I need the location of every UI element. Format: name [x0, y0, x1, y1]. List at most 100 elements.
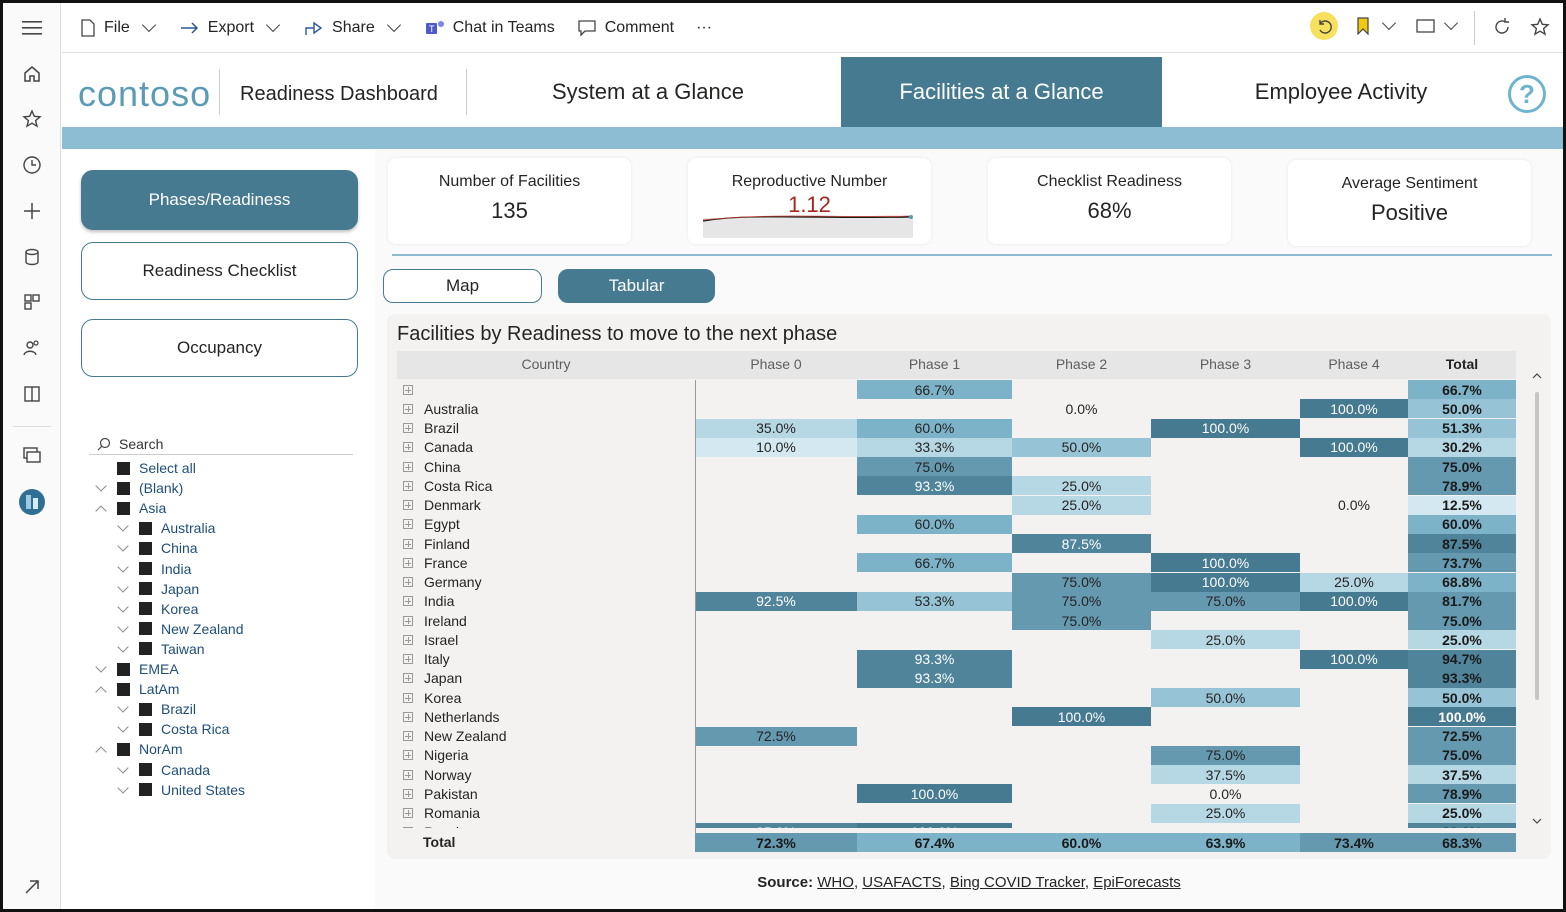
- country-cell[interactable]: Costa Rica: [397, 476, 695, 496]
- phase-cell[interactable]: [1300, 457, 1408, 476]
- grand-total-cell[interactable]: 68.3%: [1408, 833, 1516, 852]
- home-icon[interactable]: [20, 62, 44, 86]
- phase-cell[interactable]: [1012, 765, 1151, 784]
- total-cell[interactable]: 75.0%: [1408, 457, 1516, 476]
- chevron-down-icon[interactable]: [117, 781, 129, 794]
- country-cell[interactable]: Brazil: [397, 418, 695, 438]
- expand-row-icon[interactable]: [403, 480, 413, 491]
- chevron-down-icon[interactable]: [95, 661, 107, 673]
- phase-cell[interactable]: [695, 765, 857, 784]
- phase-cell[interactable]: [1151, 380, 1300, 399]
- total-phase-cell[interactable]: 60.0%: [1012, 833, 1151, 852]
- expand-row-icon[interactable]: [403, 673, 413, 684]
- star-icon[interactable]: [20, 107, 44, 131]
- expand-row-icon[interactable]: [403, 596, 413, 607]
- total-cell[interactable]: 72.5%: [1408, 726, 1516, 746]
- checkbox[interactable]: [117, 461, 130, 475]
- expand-row-icon[interactable]: [403, 577, 413, 587]
- file-menu[interactable]: File: [76, 10, 162, 46]
- phase-cell[interactable]: [1300, 688, 1408, 707]
- total-cell[interactable]: 25.0%: [1408, 630, 1516, 650]
- phase-cell[interactable]: [1300, 419, 1408, 438]
- readiness-checklist-button[interactable]: Readiness Checklist: [81, 242, 358, 300]
- expand-row-icon[interactable]: [403, 461, 413, 472]
- phase-cell[interactable]: 50.0%: [1012, 437, 1151, 457]
- phase-cell[interactable]: [695, 534, 857, 553]
- total-cell[interactable]: 93.3%: [1408, 668, 1516, 688]
- country-cell[interactable]: Nigeria: [397, 745, 695, 765]
- expand-row-icon[interactable]: [403, 731, 413, 741]
- phase-cell[interactable]: 25.0%: [1012, 476, 1151, 496]
- checkbox[interactable]: [117, 501, 130, 515]
- clock-icon[interactable]: [20, 153, 44, 177]
- apps-icon[interactable]: [20, 290, 44, 314]
- people-icon[interactable]: [20, 336, 44, 360]
- phase-cell[interactable]: 75.0%: [1012, 611, 1151, 630]
- phase-cell[interactable]: 33.3%: [857, 437, 1012, 457]
- phase-cell[interactable]: [1012, 669, 1151, 688]
- total-phase-cell[interactable]: 63.9%: [1151, 833, 1300, 852]
- phase-cell[interactable]: 87.5%: [1012, 534, 1151, 553]
- phase-cell[interactable]: 66.7%: [857, 553, 1012, 573]
- total-cell[interactable]: 30.2%: [1408, 437, 1516, 457]
- column-header-phase-4[interactable]: Phase 4: [1300, 356, 1408, 372]
- phase-cell[interactable]: 37.5%: [1151, 765, 1300, 784]
- phase-cell[interactable]: [695, 669, 857, 688]
- expand-row-icon[interactable]: [403, 808, 413, 818]
- phase-cell[interactable]: [857, 496, 1012, 515]
- checkbox[interactable]: [139, 521, 152, 535]
- phase-cell[interactable]: [1151, 399, 1300, 418]
- plus-icon[interactable]: [20, 199, 44, 223]
- tab-facilities-at-a-glance[interactable]: Facilities at a Glance: [841, 57, 1162, 127]
- total-cell[interactable]: 50.0%: [1408, 688, 1516, 707]
- country-cell[interactable]: Italy: [397, 649, 695, 669]
- country-cell[interactable]: Israel: [397, 630, 695, 650]
- slicer-item[interactable]: NorAm: [95, 739, 183, 759]
- expand-row-icon[interactable]: [403, 711, 413, 722]
- phase-cell[interactable]: 0.0%: [1300, 496, 1408, 515]
- phase-cell[interactable]: [1012, 804, 1151, 823]
- phase-cell[interactable]: [1300, 515, 1408, 534]
- expand-row-icon[interactable]: [403, 557, 413, 568]
- expand-row-icon[interactable]: [403, 769, 413, 780]
- chevron-down-icon[interactable]: [95, 480, 107, 492]
- total-phase-cell[interactable]: 72.3%: [695, 833, 857, 852]
- phase-cell[interactable]: [1300, 784, 1408, 803]
- phase-cell[interactable]: 100.0%: [1300, 399, 1408, 419]
- country-cell[interactable]: Japan: [397, 668, 695, 688]
- phase-cell[interactable]: 0.0%: [1012, 399, 1151, 418]
- phase-cell[interactable]: [1300, 630, 1408, 649]
- matrix-scrollbar[interactable]: [1532, 362, 1542, 832]
- phase-cell[interactable]: [1300, 707, 1408, 726]
- phase-cell[interactable]: 35.0%: [695, 418, 857, 438]
- column-header-total[interactable]: Total: [1408, 356, 1516, 372]
- phase-cell[interactable]: [1012, 784, 1151, 803]
- total-cell[interactable]: 81.7%: [1408, 591, 1516, 611]
- phase-cell[interactable]: 100.0%: [1300, 437, 1408, 457]
- slicer-item[interactable]: Australia: [117, 518, 215, 538]
- column-header-country[interactable]: Country: [397, 356, 695, 372]
- phase-cell[interactable]: [695, 804, 857, 823]
- phase-cell[interactable]: [1300, 746, 1408, 765]
- view-menu[interactable]: [1416, 15, 1460, 34]
- country-cell[interactable]: Denmark: [397, 495, 695, 515]
- total-cell[interactable]: 73.7%: [1408, 553, 1516, 573]
- slicer-item[interactable]: (Blank): [95, 478, 183, 498]
- checkbox[interactable]: [139, 702, 152, 716]
- phase-cell[interactable]: 100.0%: [1300, 591, 1408, 611]
- phase-cell[interactable]: 100.0%: [1300, 649, 1408, 669]
- phase-cell[interactable]: [695, 399, 857, 418]
- checkbox[interactable]: [139, 622, 152, 636]
- checkbox[interactable]: [117, 682, 130, 696]
- phase-cell[interactable]: [1151, 611, 1300, 630]
- slicer-item[interactable]: Taiwan: [117, 639, 205, 659]
- phase-cell[interactable]: [1300, 534, 1408, 553]
- checkbox[interactable]: [117, 662, 130, 676]
- refresh-icon[interactable]: [1492, 17, 1512, 42]
- phase-cell[interactable]: [857, 746, 1012, 765]
- chevron-down-icon[interactable]: [117, 701, 129, 713]
- total-phase-cell[interactable]: 73.4%: [1300, 833, 1408, 852]
- phases-readiness-button[interactable]: Phases/Readiness: [81, 170, 358, 230]
- total-cell[interactable]: 50.0%: [1408, 399, 1516, 419]
- checkbox[interactable]: [139, 642, 152, 656]
